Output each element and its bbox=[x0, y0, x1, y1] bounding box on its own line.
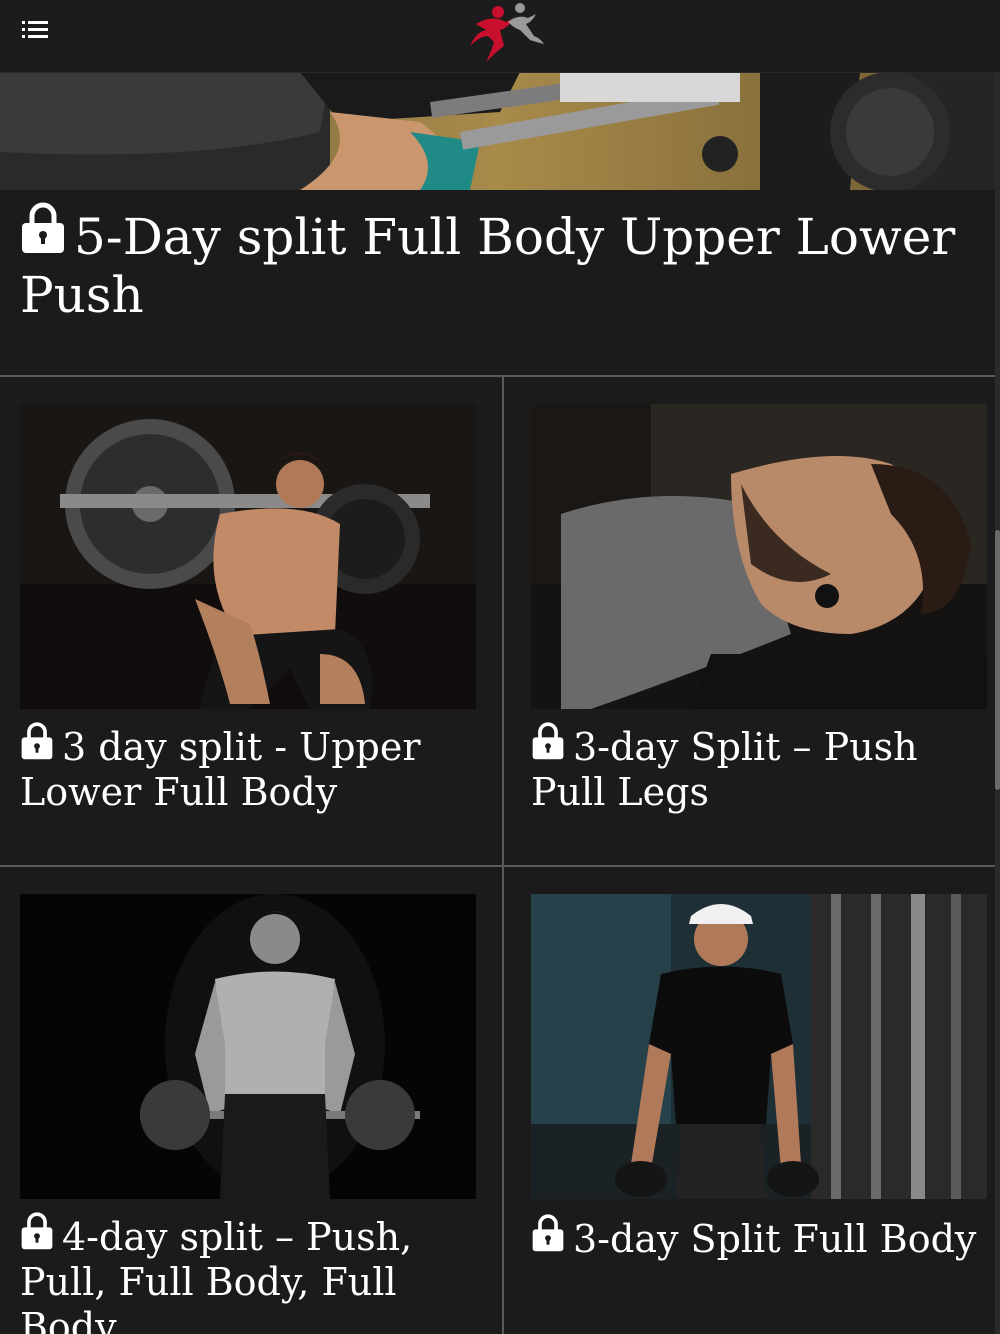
program-title[interactable]: 4-day split – Push, Pull, Full Body, Ful… bbox=[20, 1212, 490, 1334]
lock-icon bbox=[20, 722, 54, 770]
program-title[interactable]: 3 day split - Upper Lower Full Body bbox=[20, 722, 480, 815]
program-title-text: 3-day Split Full Body bbox=[573, 1217, 977, 1261]
program-image[interactable] bbox=[531, 894, 987, 1199]
app-screen: 5-Day split Full Body Upper Lower Push 3… bbox=[0, 0, 1000, 1334]
program-title-text: 3-day Split – Push Pull Legs bbox=[531, 725, 918, 814]
lock-icon bbox=[20, 1212, 54, 1260]
program-card[interactable]: 3-day Split – Push Pull Legs bbox=[504, 377, 995, 865]
program-title[interactable]: 3-day Split Full Body bbox=[531, 1214, 981, 1262]
program-title[interactable]: 3-day Split – Push Pull Legs bbox=[531, 722, 981, 815]
program-image[interactable] bbox=[20, 404, 476, 709]
lock-icon bbox=[531, 1214, 565, 1262]
lock-icon bbox=[531, 722, 565, 770]
featured-program-title[interactable]: 5-Day split Full Body Upper Lower Push bbox=[20, 202, 980, 324]
top-bar bbox=[0, 0, 1000, 73]
lock-icon bbox=[20, 202, 66, 266]
scrollbar-track[interactable] bbox=[995, 0, 1000, 1334]
hamburger-menu-icon[interactable] bbox=[18, 18, 54, 46]
program-title-text: 3 day split - Upper Lower Full Body bbox=[20, 725, 421, 814]
fitness-figures-logo-icon[interactable] bbox=[462, 0, 548, 66]
scrollbar-thumb[interactable] bbox=[995, 530, 1000, 790]
program-card[interactable]: 4-day split – Push, Pull, Full Body, Ful… bbox=[0, 867, 502, 1334]
featured-program-image[interactable] bbox=[0, 72, 995, 190]
program-card[interactable]: 3-day Split Full Body bbox=[504, 867, 995, 1334]
program-card[interactable]: 3 day split - Upper Lower Full Body bbox=[0, 377, 502, 865]
featured-program-title-text: 5-Day split Full Body Upper Lower Push bbox=[20, 208, 956, 324]
program-title-text: 4-day split – Push, Pull, Full Body, Ful… bbox=[20, 1215, 413, 1334]
program-image[interactable] bbox=[531, 404, 987, 709]
program-image[interactable] bbox=[20, 894, 476, 1199]
